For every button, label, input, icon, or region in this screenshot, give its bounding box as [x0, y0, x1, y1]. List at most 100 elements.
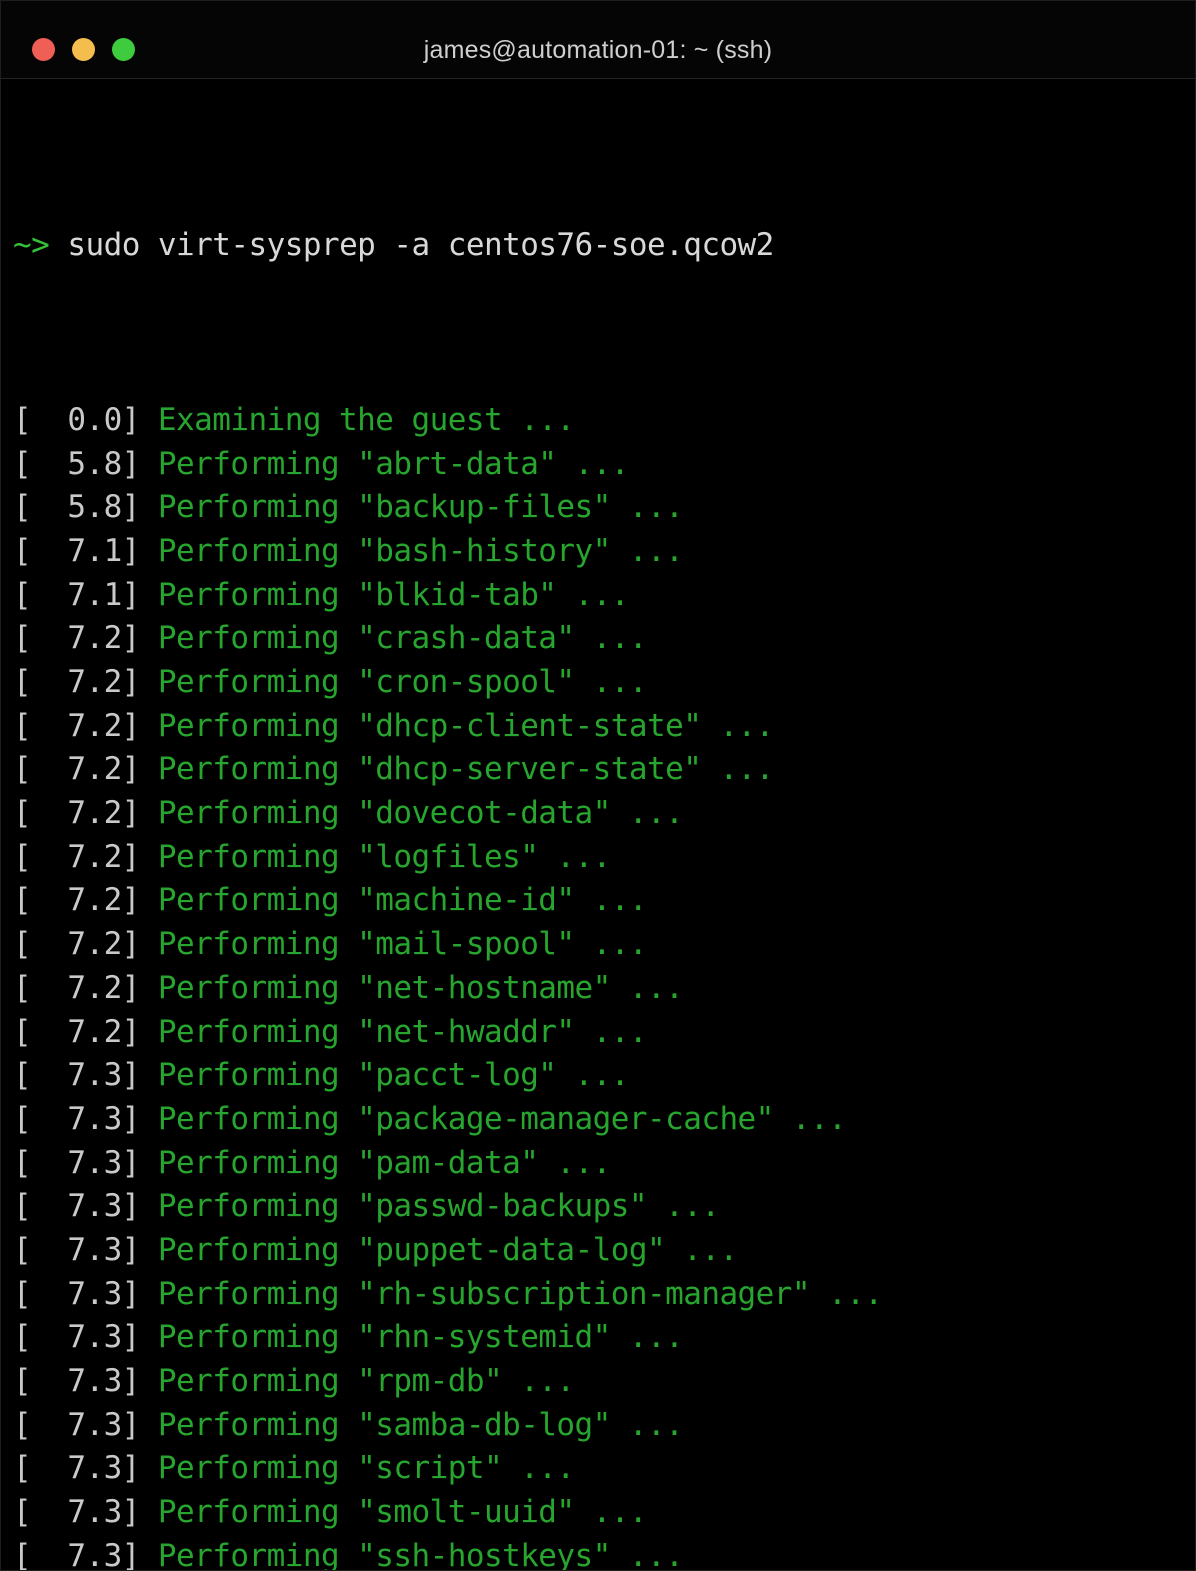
title-bar: james@automation-01: ~ (ssh) — [1, 1, 1195, 79]
log-message: Performing "ssh-hostkeys" ... — [157, 1537, 684, 1571]
log-gap — [140, 446, 158, 482]
log-line: [ 7.2] Performing "crash-data" ... — [13, 617, 1195, 661]
log-gap — [140, 1014, 158, 1050]
log-message: Performing "net-hwaddr" ... — [157, 1013, 648, 1050]
log-line: [ 7.2] Performing "net-hostname" ... — [13, 967, 1195, 1011]
log-line: [ 7.2] Performing "dovecot-data" ... — [13, 792, 1195, 836]
log-line: [ 7.3] Performing "pacct-log" ... — [13, 1054, 1195, 1098]
log-timestamp: [ 7.2] — [13, 751, 140, 788]
log-timestamp: [ 7.3] — [13, 1275, 140, 1312]
log-line: [ 7.3] Performing "ssh-hostkeys" ... — [13, 1535, 1195, 1571]
log-gap — [140, 402, 158, 438]
log-timestamp: [ 7.3] — [13, 1319, 140, 1356]
log-gap — [140, 489, 158, 525]
log-message: Performing "package-manager-cache" ... — [157, 1100, 847, 1137]
log-line: [ 7.2] Performing "mail-spool" ... — [13, 923, 1195, 967]
log-line: [ 7.3] Performing "samba-db-log" ... — [13, 1404, 1195, 1448]
shell-prompt-symbol: ~> — [13, 227, 50, 264]
log-line: [ 7.3] Performing "rh-subscription-manag… — [13, 1273, 1195, 1317]
log-timestamp: [ 7.2] — [13, 926, 140, 963]
log-line: [ 0.0] Examining the guest ... — [13, 399, 1195, 443]
window-title: james@automation-01: ~ (ssh) — [423, 36, 773, 64]
log-gap — [140, 839, 158, 875]
log-message: Performing "bash-history" ... — [157, 532, 684, 569]
log-line: [ 7.3] Performing "rhn-systemid" ... — [13, 1316, 1195, 1360]
log-gap — [140, 1276, 158, 1312]
log-line: [ 5.8] Performing "backup-files" ... — [13, 486, 1195, 530]
log-timestamp: [ 7.3] — [13, 1494, 140, 1531]
log-timestamp: [ 7.2] — [13, 620, 140, 657]
terminal-output-area[interactable]: ~> sudo virt-sysprep -a centos76-soe.qco… — [1, 79, 1195, 1571]
log-message: Performing "dhcp-client-state" ... — [157, 707, 774, 744]
log-timestamp: [ 7.3] — [13, 1231, 140, 1268]
log-message: Performing "passwd-backups" ... — [157, 1188, 720, 1225]
log-message: Performing "puppet-data-log" ... — [157, 1231, 738, 1268]
log-line: [ 7.3] Performing "smolt-uuid" ... — [13, 1491, 1195, 1535]
command-input-value[interactable]: sudo virt-sysprep -a centos76-soe.qcow2 — [67, 227, 774, 263]
log-timestamp: [ 7.3] — [13, 1406, 140, 1443]
log-timestamp: [ 7.3] — [13, 1363, 140, 1400]
log-gap — [140, 1363, 158, 1399]
log-line: [ 7.2] Performing "cron-spool" ... — [13, 661, 1195, 705]
log-timestamp: [ 7.3] — [13, 1450, 140, 1487]
log-message: Performing "machine-id" ... — [157, 882, 648, 919]
log-timestamp: [ 5.8] — [13, 489, 140, 526]
log-timestamp: [ 7.3] — [13, 1188, 140, 1225]
log-gap — [140, 926, 158, 962]
log-timestamp: [ 7.3] — [13, 1537, 140, 1571]
log-gap — [140, 533, 158, 569]
log-line: [ 7.3] Performing "passwd-backups" ... — [13, 1185, 1195, 1229]
log-timestamp: [ 7.2] — [13, 707, 140, 744]
log-timestamp: [ 7.3] — [13, 1057, 140, 1094]
log-timestamp: [ 7.2] — [13, 969, 140, 1006]
log-gap — [140, 1145, 158, 1181]
log-gap — [140, 577, 158, 613]
terminal-window: james@automation-01: ~ (ssh) ~> sudo vir… — [0, 0, 1196, 1571]
log-message: Performing "rh-subscription-manager" ... — [157, 1275, 883, 1312]
log-gap — [140, 970, 158, 1006]
log-gap — [140, 1057, 158, 1093]
log-message: Performing "rhn-systemid" ... — [157, 1319, 684, 1356]
log-message: Performing "net-hostname" ... — [157, 969, 684, 1006]
log-gap — [140, 1232, 158, 1268]
command-line: ~> sudo virt-sysprep -a centos76-soe.qco… — [13, 224, 1195, 268]
log-timestamp: [ 7.3] — [13, 1100, 140, 1137]
log-line: [ 7.3] Performing "script" ... — [13, 1447, 1195, 1491]
log-line: [ 7.1] Performing "blkid-tab" ... — [13, 574, 1195, 618]
log-line: [ 7.2] Performing "net-hwaddr" ... — [13, 1011, 1195, 1055]
log-timestamp: [ 5.8] — [13, 445, 140, 482]
log-message: Performing "script" ... — [157, 1450, 575, 1487]
log-line-list: [ 0.0] Examining the guest ...[ 5.8] Per… — [13, 399, 1195, 1571]
log-gap — [140, 708, 158, 744]
log-line: [ 7.2] Performing "machine-id" ... — [13, 879, 1195, 923]
log-message: Performing "abrt-data" ... — [157, 445, 630, 482]
log-gap — [140, 795, 158, 831]
log-line: [ 7.1] Performing "bash-history" ... — [13, 530, 1195, 574]
log-line: [ 7.3] Performing "package-manager-cache… — [13, 1098, 1195, 1142]
log-timestamp: [ 7.2] — [13, 795, 140, 832]
log-line: [ 7.3] Performing "puppet-data-log" ... — [13, 1229, 1195, 1273]
log-gap — [140, 664, 158, 700]
log-gap — [140, 1450, 158, 1486]
log-gap — [140, 1407, 158, 1443]
log-timestamp: [ 7.3] — [13, 1144, 140, 1181]
log-gap — [140, 1538, 158, 1570]
log-timestamp: [ 7.2] — [13, 1013, 140, 1050]
log-timestamp: [ 7.2] — [13, 664, 140, 701]
log-message: Performing "mail-spool" ... — [157, 926, 648, 963]
command-text — [49, 227, 67, 263]
log-gap — [140, 1101, 158, 1137]
log-message: Performing "blkid-tab" ... — [157, 576, 630, 613]
log-gap — [140, 1188, 158, 1224]
log-line: [ 7.3] Performing "rpm-db" ... — [13, 1360, 1195, 1404]
log-message: Examining the guest ... — [157, 401, 575, 438]
log-gap — [140, 1319, 158, 1355]
log-line: [ 7.2] Performing "dhcp-server-state" ..… — [13, 748, 1195, 792]
log-message: Performing "samba-db-log" ... — [157, 1406, 684, 1443]
log-line: [ 7.2] Performing "logfiles" ... — [13, 836, 1195, 880]
log-message: Performing "pam-data" ... — [157, 1144, 611, 1181]
log-message: Performing "dhcp-server-state" ... — [157, 751, 774, 788]
log-line: [ 7.2] Performing "dhcp-client-state" ..… — [13, 705, 1195, 749]
log-line: [ 5.8] Performing "abrt-data" ... — [13, 443, 1195, 487]
log-gap — [140, 620, 158, 656]
